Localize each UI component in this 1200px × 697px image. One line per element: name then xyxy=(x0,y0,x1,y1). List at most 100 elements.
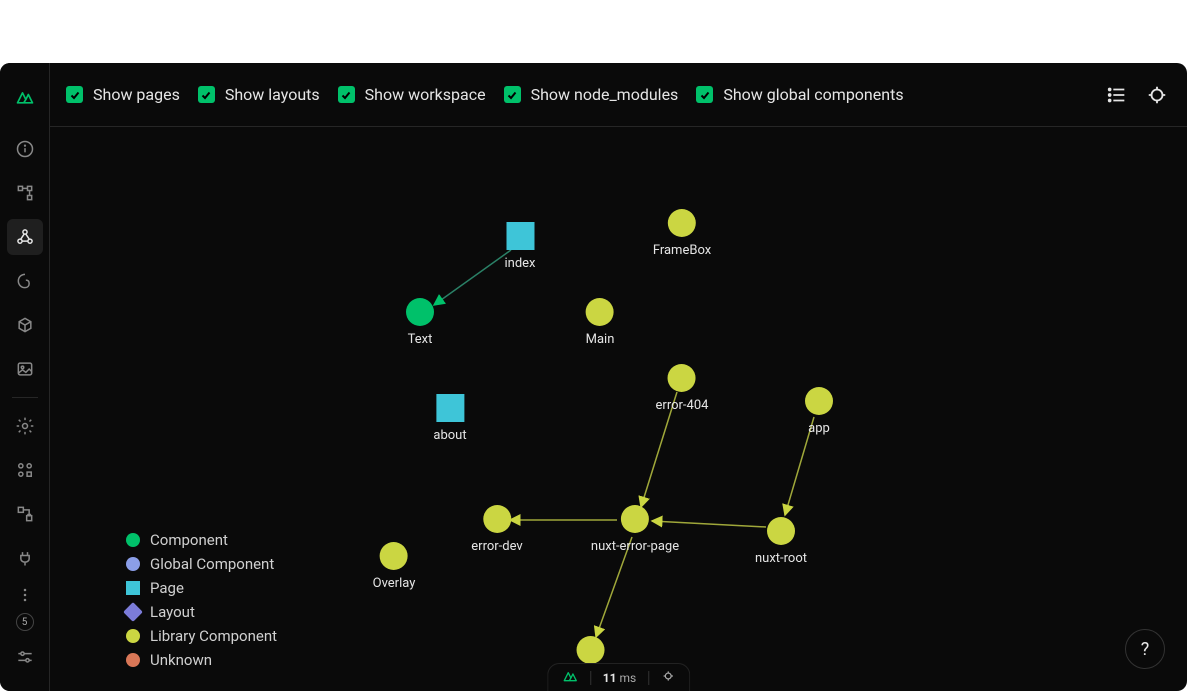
devtools-panel: 5 Show pages Show layouts Show workspace xyxy=(0,63,1187,691)
check-icon xyxy=(338,86,355,103)
legend-swatch xyxy=(126,629,140,643)
node-label: app xyxy=(808,421,830,436)
legend-item-library: Library Component xyxy=(126,627,277,645)
divider xyxy=(648,671,649,685)
legend-item-global: Global Component xyxy=(126,555,277,573)
checkbox-label: Show global components xyxy=(723,85,903,104)
latency-readout: 11 ms xyxy=(603,671,636,685)
help-button[interactable]: ? xyxy=(1125,629,1165,669)
sidebar-badge: 5 xyxy=(16,613,34,631)
node-label: Text xyxy=(408,332,433,347)
legend-label: Global Component xyxy=(150,555,274,573)
graph-node-nuxt-error-page[interactable]: nuxt-error-page xyxy=(591,505,679,554)
spiral-icon[interactable] xyxy=(7,263,43,299)
checkbox-label: Show pages xyxy=(93,85,180,104)
check-icon xyxy=(504,86,521,103)
plug-icon[interactable] xyxy=(7,540,43,576)
legend-label: Unknown xyxy=(150,651,212,669)
node-label: error-dev xyxy=(471,539,522,554)
legend-item-page: Page xyxy=(126,579,277,597)
legend-item-layout: Layout xyxy=(126,603,277,621)
node-label: FrameBox xyxy=(653,243,711,258)
graph-node-overlay[interactable]: Overlay xyxy=(373,542,416,591)
node-shape-library xyxy=(621,505,649,533)
node-shape-component xyxy=(406,298,434,326)
legend-label: Component xyxy=(150,531,228,549)
list-icon[interactable] xyxy=(1103,81,1131,109)
divider xyxy=(590,671,591,685)
node-shape-page xyxy=(506,222,534,250)
node-shape-library xyxy=(668,364,696,392)
checkbox-label: Show workspace xyxy=(365,85,486,104)
check-icon xyxy=(696,86,713,103)
legend-swatch xyxy=(126,581,140,595)
node-label: error-404 xyxy=(656,398,709,413)
legend-label: Page xyxy=(150,579,184,597)
node-label: Main xyxy=(586,332,615,347)
more-icon[interactable] xyxy=(7,585,43,605)
legend-swatch xyxy=(123,602,143,622)
nuxt-logo-icon[interactable] xyxy=(7,79,43,115)
info-icon[interactable] xyxy=(7,131,43,167)
legend-swatch xyxy=(126,557,140,571)
node-shape-library xyxy=(577,636,605,664)
gear-icon[interactable] xyxy=(7,408,43,444)
node-label: Overlay xyxy=(373,576,416,591)
target-icon[interactable] xyxy=(661,669,675,686)
legend-item-unknown: Unknown xyxy=(126,651,277,669)
nuxt-logo-icon xyxy=(562,668,578,687)
sidebar: 5 xyxy=(0,63,50,691)
check-icon xyxy=(198,86,215,103)
target-icon[interactable] xyxy=(1143,81,1171,109)
tree-icon[interactable] xyxy=(7,175,43,211)
graph-node-app[interactable]: app xyxy=(805,387,833,436)
toolbar: Show pages Show layouts Show workspace S… xyxy=(50,63,1187,127)
legend-swatch xyxy=(126,533,140,547)
node-shape-library xyxy=(380,542,408,570)
node-label: about xyxy=(433,428,466,443)
legend-item-component: Component xyxy=(126,531,277,549)
graph-node-error-404[interactable]: error-404 xyxy=(656,364,709,413)
checkbox-label: Show layouts xyxy=(225,85,320,104)
divider xyxy=(12,397,38,398)
checkbox-show-node-modules[interactable]: Show node_modules xyxy=(504,85,679,104)
graph-node-main[interactable]: Main xyxy=(586,298,615,347)
node-shape-library xyxy=(668,209,696,237)
node-shape-library xyxy=(586,298,614,326)
latency-unit: ms xyxy=(620,671,637,685)
graph-node-nuxt-root[interactable]: nuxt-root xyxy=(755,517,807,566)
checkbox-show-layouts[interactable]: Show layouts xyxy=(198,85,320,104)
node-label: nuxt-root xyxy=(755,551,807,566)
checkbox-show-global-components[interactable]: Show global components xyxy=(696,85,903,104)
compose-icon[interactable] xyxy=(7,452,43,488)
checkbox-show-workspace[interactable]: Show workspace xyxy=(338,85,486,104)
main-area: Show pages Show layouts Show workspace S… xyxy=(50,63,1187,691)
checkbox-show-pages[interactable]: Show pages xyxy=(66,85,180,104)
check-icon xyxy=(66,86,83,103)
graph-node-text[interactable]: Text xyxy=(406,298,434,347)
legend: Component Global Component Page Layout L… xyxy=(126,531,277,669)
node-shape-library xyxy=(483,505,511,533)
flow-icon[interactable] xyxy=(7,496,43,532)
sliders-icon[interactable] xyxy=(7,639,43,675)
node-label: index xyxy=(504,256,535,271)
node-shape-library xyxy=(805,387,833,415)
graph-icon[interactable] xyxy=(7,219,43,255)
legend-label: Layout xyxy=(150,603,195,621)
graph-node-index[interactable]: index xyxy=(504,222,535,271)
node-shape-library xyxy=(767,517,795,545)
graph-node-about[interactable]: about xyxy=(433,394,466,443)
box-icon[interactable] xyxy=(7,307,43,343)
graph-node-error-dev[interactable]: error-dev xyxy=(471,505,522,554)
status-bar[interactable]: 11 ms xyxy=(547,663,690,691)
latency-value: 11 xyxy=(603,671,617,685)
graph-node-framebox[interactable]: FrameBox xyxy=(653,209,711,258)
toolbar-actions xyxy=(1103,81,1171,109)
image-icon[interactable] xyxy=(7,351,43,387)
sidebar-bottom: 5 xyxy=(7,581,43,679)
node-shape-page xyxy=(436,394,464,422)
node-label: nuxt-error-page xyxy=(591,539,679,554)
checkbox-label: Show node_modules xyxy=(531,85,679,104)
legend-label: Library Component xyxy=(150,627,277,645)
legend-swatch xyxy=(126,653,140,667)
